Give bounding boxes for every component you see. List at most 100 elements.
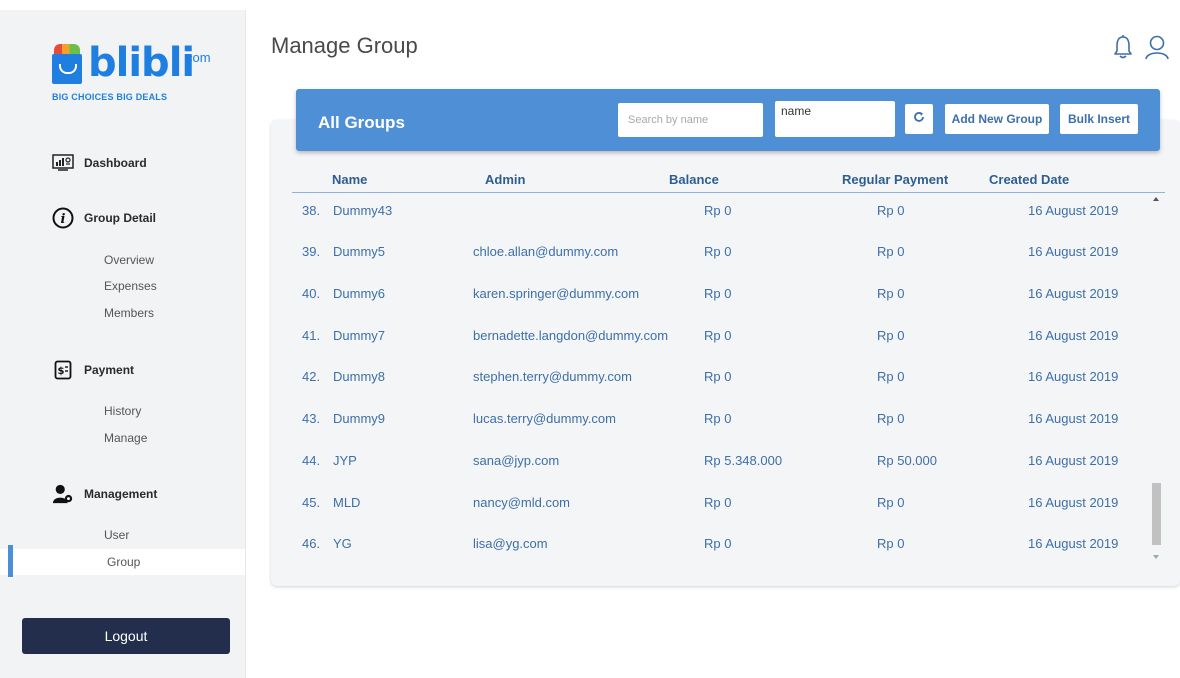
nav-dashboard-label: Dashboard: [84, 156, 147, 170]
nav-payment[interactable]: $ Payment: [52, 359, 134, 381]
logo-suffix: com: [186, 50, 211, 65]
row-name: Dummy9: [333, 411, 386, 426]
row-balance: Rp 0: [704, 203, 732, 218]
row-balance: Rp 5.348.000: [704, 453, 783, 468]
brand-logo[interactable]: blibli com BIG CHOICES BIG DEALS: [52, 32, 222, 112]
sidebar: blibli com BIG CHOICES BIG DEALS Dashboa…: [0, 10, 246, 678]
row-number: 40.: [302, 286, 321, 301]
row-number: 41.: [302, 328, 321, 343]
row-created-date: 16 August 2019: [1028, 411, 1119, 426]
nav-manage[interactable]: Manage: [104, 431, 147, 445]
page-title: Manage Group: [271, 33, 418, 58]
row-regular-payment: Rp 0: [877, 328, 905, 343]
bulk-insert-button[interactable]: Bulk Insert: [1060, 104, 1138, 134]
refresh-icon: [913, 110, 925, 128]
table-row[interactable]: 41. Dummy7 bernadette.langdon@dummy.com …: [292, 318, 1147, 360]
table-row[interactable]: 44. JYP sana@jyp.com Rp 5.348.000 Rp 50.…: [292, 443, 1147, 485]
table-row[interactable]: 38. Dummy43 Rp 0 Rp 0 16 August 2019: [292, 193, 1147, 235]
col-regular-payment[interactable]: Regular Payment: [842, 172, 948, 187]
row-number: 43.: [302, 411, 321, 426]
row-name: MLD: [333, 495, 361, 510]
row-name: Dummy8: [333, 369, 386, 384]
logo-bag-icon: [52, 54, 82, 84]
table-row[interactable]: 45. MLD nancy@mld.com Rp 0 Rp 0 16 Augus…: [292, 485, 1147, 527]
table-row[interactable]: 42. Dummy8 stephen.terry@dummy.com Rp 0 …: [292, 359, 1147, 401]
scrollbar-thumb[interactable]: [1152, 483, 1161, 545]
scroll-down-icon[interactable]: [1153, 555, 1159, 559]
row-created-date: 16 August 2019: [1028, 453, 1119, 468]
col-balance[interactable]: Balance: [669, 172, 719, 187]
nav-dashboard[interactable]: Dashboard: [52, 152, 147, 174]
row-number: 38.: [302, 203, 321, 218]
nav-group-detail[interactable]: i Group Detail: [52, 207, 156, 229]
row-name: Dummy6: [333, 286, 386, 301]
table-row[interactable]: 40. Dummy6 karen.springer@dummy.com Rp 0…: [292, 276, 1147, 318]
scroll-up-icon[interactable]: [1153, 197, 1159, 201]
logo-name: blibli: [88, 40, 195, 86]
nav-history[interactable]: History: [104, 404, 141, 418]
row-regular-payment: Rp 0: [877, 495, 905, 510]
row-created-date: 16 August 2019: [1028, 203, 1119, 218]
col-admin[interactable]: Admin: [485, 172, 525, 187]
nav-management-label: Management: [84, 487, 158, 501]
nav-members[interactable]: Members: [104, 306, 154, 320]
row-admin: karen.springer@dummy.com: [473, 286, 640, 301]
row-admin: chloe.allan@dummy.com: [473, 244, 619, 259]
row-created-date: 16 August 2019: [1028, 244, 1119, 259]
refresh-button[interactable]: [905, 104, 933, 134]
row-created-date: 16 August 2019: [1028, 495, 1119, 510]
table-row[interactable]: 39. Dummy5 chloe.allan@dummy.com Rp 0 Rp…: [292, 234, 1147, 276]
row-regular-payment: Rp 0: [877, 286, 905, 301]
logo-tagline: BIG CHOICES BIG DEALS: [52, 92, 168, 102]
row-created-date: 16 August 2019: [1028, 369, 1119, 384]
row-number: 45.: [302, 495, 321, 510]
row-name: JYP: [333, 453, 357, 468]
dashboard-icon: [52, 152, 74, 174]
row-name: Dummy5: [333, 244, 386, 259]
nav-user[interactable]: User: [104, 528, 129, 542]
nav-payment-label: Payment: [84, 363, 135, 377]
row-created-date: 16 August 2019: [1028, 286, 1119, 301]
row-balance: Rp 0: [704, 328, 732, 343]
sort-field[interactable]: name: [775, 101, 895, 137]
nav-group-active-row[interactable]: Group: [0, 549, 245, 575]
row-admin: bernadette.langdon@dummy.com: [473, 328, 669, 343]
row-admin: lisa@yg.com: [473, 536, 548, 551]
add-new-group-button[interactable]: Add New Group: [945, 104, 1049, 134]
row-balance: Rp 0: [704, 369, 732, 384]
table-row[interactable]: 43. Dummy9 lucas.terry@dummy.com Rp 0 Rp…: [292, 401, 1147, 443]
info-icon: i: [52, 207, 74, 229]
row-number: 46.: [302, 536, 321, 551]
row-regular-payment: Rp 50.000: [877, 453, 937, 468]
row-balance: Rp 0: [704, 411, 732, 426]
nav-overview[interactable]: Overview: [104, 253, 154, 267]
nav-management[interactable]: Management: [52, 483, 157, 505]
active-indicator: [8, 545, 13, 577]
search-input[interactable]: [618, 103, 763, 137]
table-body: 38. Dummy43 Rp 0 Rp 0 16 August 2019 39.…: [292, 193, 1147, 568]
row-balance: Rp 0: [704, 286, 732, 301]
logout-button[interactable]: Logout: [22, 618, 230, 654]
row-created-date: 16 August 2019: [1028, 536, 1119, 551]
row-regular-payment: Rp 0: [877, 203, 905, 218]
row-name: YG: [333, 536, 352, 551]
row-regular-payment: Rp 0: [877, 244, 905, 259]
bell-icon[interactable]: [1112, 34, 1134, 65]
row-admin: nancy@mld.com: [473, 495, 571, 510]
row-regular-payment: Rp 0: [877, 369, 905, 384]
row-number: 39.: [302, 244, 321, 259]
groups-title: All Groups: [318, 113, 405, 132]
row-regular-payment: Rp 0: [877, 411, 905, 426]
nav-expenses[interactable]: Expenses: [104, 279, 157, 293]
row-name: Dummy7: [333, 328, 386, 343]
col-name[interactable]: Name: [332, 172, 367, 187]
user-icon[interactable]: [1144, 34, 1170, 65]
payment-icon: $: [52, 359, 74, 381]
col-created-date[interactable]: Created Date: [989, 172, 1069, 187]
row-balance: Rp 0: [704, 244, 732, 259]
nav-group-detail-label: Group Detail: [84, 211, 157, 225]
row-balance: Rp 0: [704, 536, 732, 551]
row-admin: lucas.terry@dummy.com: [473, 411, 616, 426]
table-scrollbar[interactable]: [1150, 193, 1164, 573]
table-row[interactable]: 46. YG lisa@yg.com Rp 0 Rp 0 16 August 2…: [292, 526, 1147, 568]
